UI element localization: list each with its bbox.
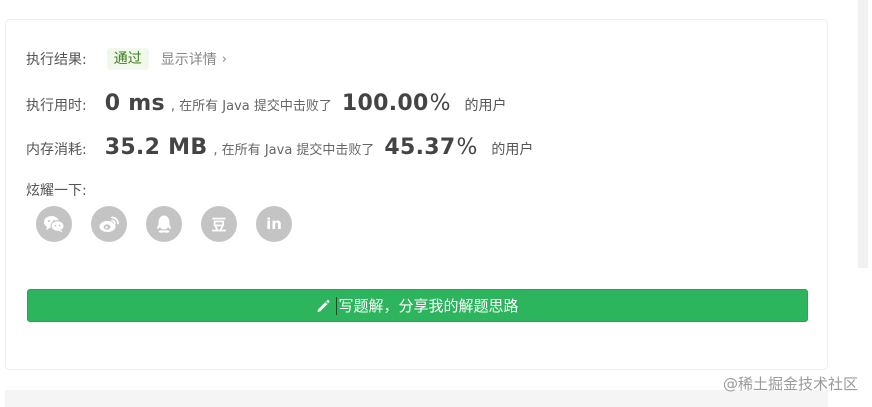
page: 执行结果: 通过 显示详情 › 执行用时: 0 ms , 在所有 Java 提交… xyxy=(0,0,872,407)
pencil-icon xyxy=(316,299,331,313)
write-solution-button[interactable]: 写题解，分享我的解题思路 xyxy=(27,289,808,322)
runtime-value: 0 ms xyxy=(104,91,165,116)
runtime-middle-text: , 在所有 Java 提交中击败了 xyxy=(170,99,332,114)
share-icons: 豆 in xyxy=(36,206,311,242)
result-label: 执行结果: xyxy=(26,52,87,68)
linkedin-icon[interactable]: in xyxy=(256,206,292,242)
show-details-link[interactable]: 显示详情 › xyxy=(161,49,227,69)
share-label: 炫耀一下: xyxy=(26,183,87,199)
runtime-row: 执行用时: 0 ms , 在所有 Java 提交中击败了 100.00 % 的用… xyxy=(26,91,507,116)
chevron-right-icon: › xyxy=(221,51,227,67)
runtime-percent-unit: % xyxy=(429,91,451,116)
memory-row: 内存消耗: 35.2 MB , 在所有 Java 提交中击败了 45.37 % … xyxy=(26,135,533,160)
weibo-icon[interactable] xyxy=(91,206,127,242)
watermark: @稀土掘金技术社区 xyxy=(722,375,858,393)
memory-label: 内存消耗: xyxy=(26,142,87,158)
runtime-label: 执行用时: xyxy=(26,98,87,114)
share-row: 炫耀一下: xyxy=(26,180,87,200)
memory-percent: 45.37 xyxy=(384,135,456,160)
memory-suffix: 的用户 xyxy=(491,142,534,158)
runtime-suffix: 的用户 xyxy=(464,98,507,114)
qq-icon[interactable] xyxy=(146,206,182,242)
write-solution-label: 写题解，分享我的解题思路 xyxy=(338,297,519,315)
runtime-percent: 100.00 xyxy=(341,91,429,116)
wechat-icon[interactable] xyxy=(36,206,72,242)
text-cursor xyxy=(336,296,338,315)
result-row: 执行结果: 通过 显示详情 › xyxy=(26,48,227,70)
submission-result-card: 执行结果: 通过 显示详情 › 执行用时: 0 ms , 在所有 Java 提交… xyxy=(5,19,828,370)
memory-percent-unit: % xyxy=(456,135,478,160)
douban-icon[interactable]: 豆 xyxy=(201,206,237,242)
footer-bar xyxy=(5,390,828,407)
scrollbar[interactable] xyxy=(858,0,868,268)
memory-value: 35.2 MB xyxy=(104,135,208,160)
status-badge: 通过 xyxy=(106,48,149,70)
memory-middle-text: , 在所有 Java 提交中击败了 xyxy=(213,143,375,158)
show-details-label: 显示详情 xyxy=(160,52,217,68)
